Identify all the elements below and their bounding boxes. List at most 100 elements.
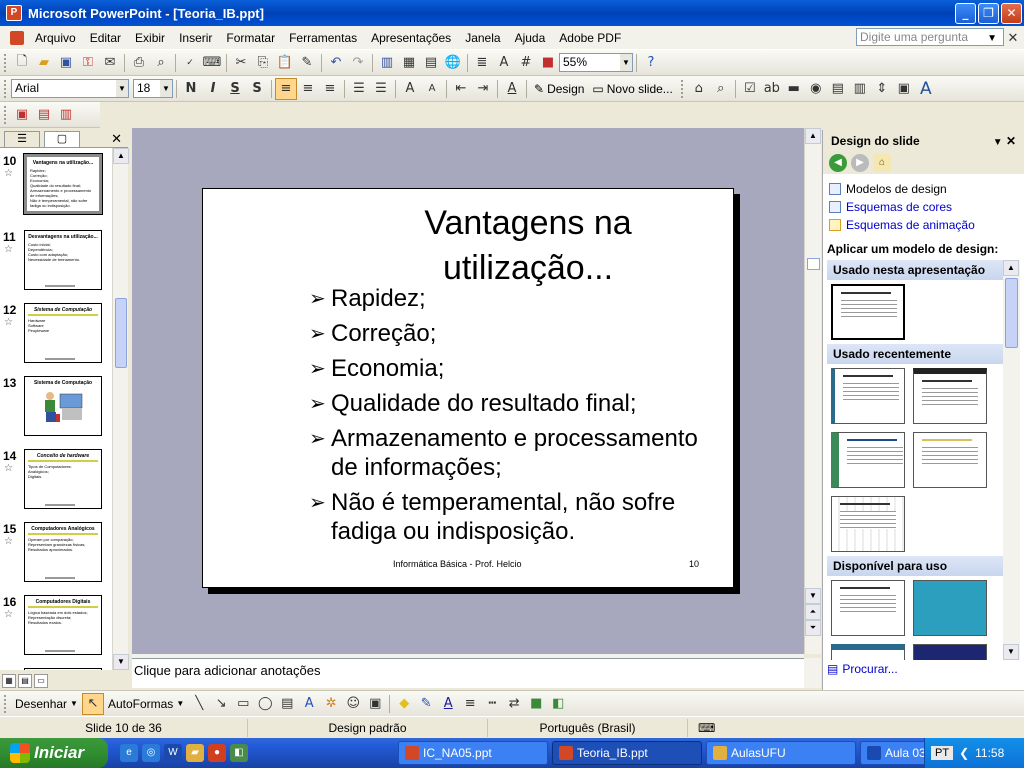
email-icon[interactable]: ✉	[99, 52, 121, 74]
slide-thumbnail[interactable]: Sistema de Computação	[24, 376, 102, 436]
font-size-select[interactable]: 18 ▼	[133, 79, 173, 98]
chevron-down-icon[interactable]: ▼	[620, 54, 632, 71]
decrease-font-icon[interactable]: A	[421, 78, 443, 100]
tray-arrow-icon[interactable]: ❮	[959, 746, 969, 760]
3d-style-icon[interactable]: ◧	[547, 693, 569, 715]
previous-slide-icon[interactable]: ⏶	[805, 604, 821, 620]
animation-schemes-link[interactable]: Esquemas de animação	[823, 216, 1024, 234]
new-slide-button[interactable]: ▭ Novo slide...	[588, 82, 676, 96]
print-preview-icon[interactable]: ⌕	[150, 52, 172, 74]
chevron-down-icon[interactable]: ▼	[160, 80, 172, 97]
insert-picture-icon[interactable]: ▣	[364, 693, 386, 715]
shadow-icon[interactable]: S	[246, 78, 268, 100]
menu-apresentacoes[interactable]: Apresentações	[364, 29, 458, 47]
tables-borders-icon[interactable]: ▤	[420, 52, 442, 74]
slide-thumbnail[interactable]: Conceito de hardware Tipos de Computador…	[24, 449, 102, 509]
chevron-down-icon[interactable]: ▼	[116, 80, 128, 97]
open-icon[interactable]: ▰	[33, 52, 55, 74]
color-schemes-link[interactable]: Esquemas de cores	[823, 198, 1024, 216]
wordart-icon[interactable]: A	[298, 693, 320, 715]
back-icon[interactable]: ◀	[829, 154, 847, 172]
shadow-style-icon[interactable]: ■	[525, 693, 547, 715]
scroll-up-icon[interactable]: ▲	[805, 128, 821, 144]
research-icon[interactable]: ⌨	[201, 52, 223, 74]
design-template-thumbnail[interactable]	[831, 284, 905, 340]
menu-adobe-pdf[interactable]: Adobe PDF	[552, 29, 628, 47]
browse-link[interactable]: ▤ Procurar...	[827, 662, 898, 676]
align-right-icon[interactable]: ≡	[319, 78, 341, 100]
undo-icon[interactable]: ↶	[325, 52, 347, 74]
menu-ajuda[interactable]: Ajuda	[508, 29, 553, 47]
combobox-control-icon[interactable]: ▥	[849, 78, 871, 100]
clip-art-icon[interactable]: ☺	[342, 693, 364, 715]
label-control-icon[interactable]: A	[915, 78, 937, 100]
slide-sorter-icon[interactable]: ▤	[18, 674, 32, 688]
ask-question-input[interactable]: Digite uma pergunta ▼	[856, 28, 1004, 46]
slide-scrollbar[interactable]: ▲ ▼ ⏶ ⏷	[804, 128, 821, 654]
oval-icon[interactable]: ◯	[254, 693, 276, 715]
arrow-icon[interactable]: ↘	[210, 693, 232, 715]
menu-arquivo[interactable]: Arquivo	[28, 29, 83, 47]
insert-hyperlink-icon[interactable]: 🌐	[442, 52, 464, 74]
slide-title[interactable]: Vantagens na utilização...	[353, 201, 703, 291]
select-objects-icon[interactable]: ↖	[81, 692, 104, 715]
chevron-down-icon[interactable]: ▼	[993, 137, 1003, 148]
numbering-icon[interactable]: ☰	[348, 78, 370, 100]
scroll-thumb[interactable]	[1005, 278, 1018, 348]
zoom-select[interactable]: 55% ▼	[559, 53, 633, 72]
diagram-icon[interactable]: ✲	[320, 693, 342, 715]
scroll-thumb[interactable]	[115, 298, 127, 368]
bold-icon[interactable]: N	[180, 78, 202, 100]
menu-janela[interactable]: Janela	[458, 29, 507, 47]
restore-button[interactable]: ❐	[978, 3, 999, 24]
autoshapes-button[interactable]: AutoFormas ▼	[104, 697, 188, 711]
font-name-select[interactable]: Arial ▼	[11, 79, 129, 98]
tab-outline[interactable]: ☰	[4, 131, 40, 147]
explore-icon[interactable]: ⌕	[710, 78, 732, 100]
save-icon[interactable]: ▣	[55, 52, 77, 74]
slide-thumbnail[interactable]: Sistema de Computação Hardware Software …	[24, 303, 102, 363]
scroll-up-icon[interactable]: ▲	[1003, 260, 1019, 276]
design-template-thumbnail[interactable]	[831, 368, 905, 424]
insert-table-icon[interactable]: ▦	[398, 52, 420, 74]
slideshow-icon[interactable]: ▭	[34, 674, 48, 688]
thumbnail-scrollbar[interactable]: ▲ ▼	[112, 148, 129, 670]
close-document-icon[interactable]: ✕	[1002, 27, 1024, 49]
pdf-review-icon[interactable]: ▥	[55, 104, 77, 126]
browser-icon[interactable]: ◎	[142, 744, 160, 762]
option-control-icon[interactable]: ◉	[805, 78, 827, 100]
slide-thumbnail[interactable]	[24, 668, 102, 670]
tab-slides[interactable]: ▢	[44, 131, 80, 147]
close-icon[interactable]: ✕	[111, 131, 122, 147]
show-formatting-icon[interactable]: A	[493, 52, 515, 74]
increase-font-icon[interactable]: A	[399, 78, 421, 100]
fill-color-icon[interactable]: ◆	[393, 693, 415, 715]
menu-ferramentas[interactable]: Ferramentas	[282, 29, 364, 47]
expand-all-icon[interactable]: ≣	[471, 52, 493, 74]
redo-icon[interactable]: ↷	[347, 52, 369, 74]
print-icon[interactable]: ⎙	[128, 52, 150, 74]
decrease-indent-icon[interactable]: ⇤	[450, 78, 472, 100]
gallery-scrollbar[interactable]: ▲ ▼	[1003, 260, 1020, 660]
underline-icon[interactable]: S	[224, 78, 246, 100]
task-ic-na05[interactable]: IC_NA05.ppt	[398, 741, 548, 765]
menu-inserir[interactable]: Inserir	[172, 29, 219, 47]
slide-bullet-list[interactable]: Rapidez; Correção; Economia; Qualidade d…	[309, 284, 729, 552]
align-center-icon[interactable]: ≡	[297, 78, 319, 100]
slide-thumbnail[interactable]: Vantagens na utilização... Rapidez; Corr…	[23, 153, 103, 215]
convert-pdf-icon[interactable]: ▣	[11, 104, 33, 126]
slide-thumbnail[interactable]: Computadores Analógicos Operam por compa…	[24, 522, 102, 582]
menu-editar[interactable]: Editar	[83, 29, 128, 47]
task-teoria-ib[interactable]: Teoria_IB.ppt	[552, 741, 702, 765]
language-indicator[interactable]: PT	[931, 746, 954, 760]
pdf-email-icon[interactable]: ▤	[33, 104, 55, 126]
close-button[interactable]: ✕	[1001, 3, 1022, 24]
align-left-icon[interactable]: ≡	[275, 77, 297, 100]
help-icon[interactable]: ?	[640, 52, 662, 74]
toolbar-grip[interactable]	[4, 79, 7, 98]
internet-explorer-icon[interactable]: e	[120, 744, 138, 762]
design-template-thumbnail[interactable]	[913, 644, 987, 660]
scroll-down-icon[interactable]: ▼	[805, 588, 821, 604]
minimize-button[interactable]: _	[955, 3, 976, 24]
listbox-control-icon[interactable]: ▤	[827, 78, 849, 100]
